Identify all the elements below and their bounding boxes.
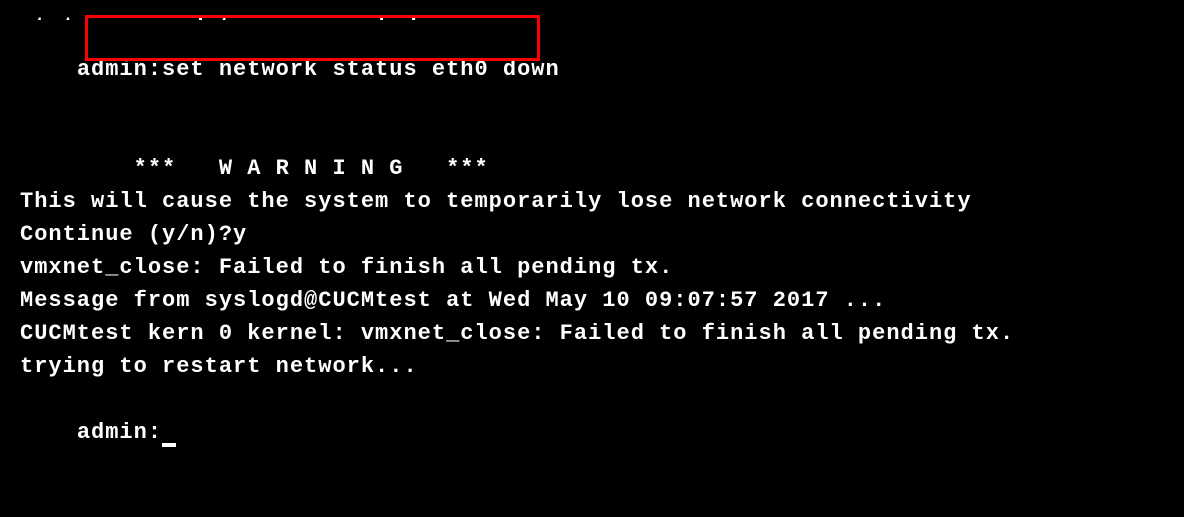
- cursor-icon: [162, 443, 176, 447]
- highlight-box: [85, 15, 540, 61]
- prompt-text: admin:: [77, 420, 162, 445]
- syslog-msg: Message from syslogd@CUCMtest at Wed May…: [20, 284, 1164, 317]
- kernel-msg: CUCMtest kern 0 kernel: vmxnet_close: Fa…: [20, 317, 1164, 350]
- continue-prompt: Continue (y/n)?y: [20, 218, 1164, 251]
- terminal-output: state mandatory up ¦ down admin:set netw…: [20, 10, 1164, 482]
- warning-message: This will cause the system to temporaril…: [20, 185, 1164, 218]
- prompt-prefix: admin:: [77, 57, 162, 82]
- vmxnet-msg: vmxnet_close: Failed to finish all pendi…: [20, 251, 1164, 284]
- partial-line: state mandatory up ¦ down: [20, 10, 1164, 20]
- warning-banner: *** W A R N I N G ***: [20, 152, 1164, 185]
- restart-msg: trying to restart network...: [20, 350, 1164, 383]
- command-line: admin:set network status eth0 down: [20, 20, 1164, 152]
- command-text: set network status eth0 down: [162, 57, 560, 82]
- final-prompt-line[interactable]: admin:: [20, 383, 1164, 482]
